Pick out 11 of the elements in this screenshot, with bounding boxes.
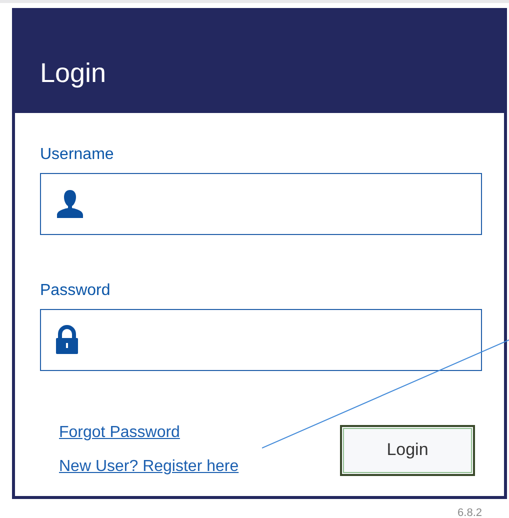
lock-icon — [55, 325, 79, 355]
user-icon — [55, 189, 85, 219]
login-button[interactable]: Login — [340, 424, 475, 476]
password-field[interactable] — [40, 309, 482, 371]
field-label: Username — [40, 145, 115, 165]
link[interactable]: Forgot Password — [59, 421, 239, 445]
version-label: 6.8.2 — [458, 506, 482, 518]
dialog-title: Login — [40, 56, 106, 90]
link[interactable]: New User? Register here — [59, 455, 239, 479]
username-field[interactable] — [40, 173, 482, 235]
field-label: Password — [40, 281, 112, 301]
